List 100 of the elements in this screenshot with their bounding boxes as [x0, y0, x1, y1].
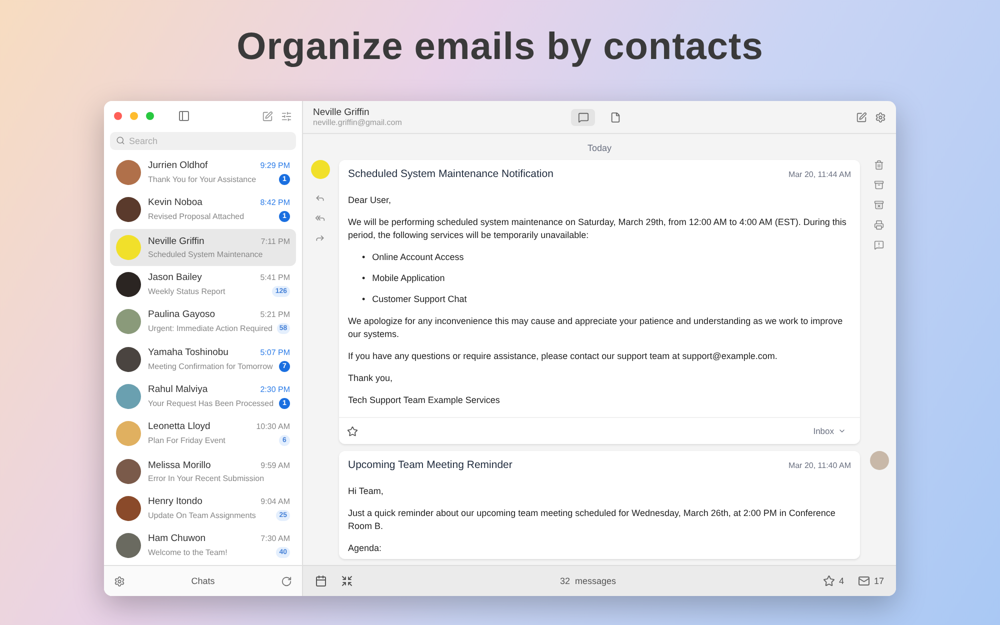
contact-name: Yamaha Toshinobu — [148, 346, 228, 358]
message-preview: Your Request Has Been Processed — [148, 398, 274, 408]
message-count-label: messages — [574, 576, 616, 586]
zoom-dot[interactable] — [146, 112, 154, 120]
avatar — [116, 384, 141, 409]
minimize-dot[interactable] — [130, 112, 138, 120]
avatar — [870, 451, 888, 470]
star-icon — [822, 575, 835, 587]
message-preview: Update On Team Assignments — [148, 510, 256, 520]
message-count: 32 — [560, 576, 570, 586]
contact-name: Kevin Noboa — [148, 197, 202, 208]
time: 5:07 PM — [260, 348, 290, 357]
avatar — [116, 197, 141, 222]
archive-icon[interactable] — [874, 180, 884, 190]
settings-icon[interactable] — [875, 112, 886, 122]
time: 7:30 AM — [260, 534, 290, 544]
avatar — [116, 533, 141, 558]
sidebar-toggle-icon[interactable] — [178, 110, 190, 122]
compose-icon[interactable] — [262, 110, 273, 122]
star-icon[interactable] — [347, 426, 358, 436]
avatar — [310, 160, 330, 179]
bullet: • — [362, 293, 366, 306]
bullet: • — [362, 272, 366, 285]
chevron-icon — [838, 427, 846, 435]
time: 8:42 PM — [260, 198, 290, 208]
chat-icon — [578, 112, 588, 122]
contact-name: Melissa Morillo — [148, 460, 211, 471]
message-paragraph: Tech Support Team Example Services — [348, 394, 501, 407]
contact-name: Rahul Malviya — [148, 384, 208, 395]
reply-icon[interactable] — [315, 193, 325, 203]
message-paragraph: Just a quick reminder about our upcoming team meeting scheduled for Wednesday, March 26th, at 2:00 PM in Conference Room B. — [348, 507, 836, 533]
message-paragraph: If you have any questions or require assistance, please contact our support team at support@example.com. — [348, 350, 778, 363]
avatar — [116, 496, 141, 521]
shrink-icon[interactable] — [341, 575, 353, 587]
calendar-icon[interactable] — [315, 575, 327, 587]
message-subject: Scheduled System Maintenance Notification — [348, 168, 554, 180]
avatar — [116, 421, 141, 446]
settings-icon[interactable] — [114, 576, 125, 586]
time: 2:30 PM — [260, 384, 290, 394]
print-icon[interactable] — [874, 220, 884, 230]
refresh-icon[interactable] — [280, 576, 292, 586]
contact-name: Neville Griffin — [313, 107, 370, 118]
message-paragraph: We apologize for any inconvenience this may cause and appreciate your patience and understanding as we work to improve our systems. — [348, 315, 844, 341]
avatar — [116, 309, 141, 334]
view-tab[interactable] — [571, 108, 595, 126]
contact-name: Neville Griffin — [148, 236, 204, 247]
list-item: Mobile Application — [372, 272, 445, 285]
close-dot[interactable] — [114, 112, 122, 120]
report-icon[interactable] — [874, 240, 884, 250]
starred-button[interactable]: 4 — [822, 575, 844, 587]
time: 9:04 AM — [260, 496, 290, 506]
folder-dropdown[interactable]: Inbox — [807, 426, 852, 436]
time: 9:59 AM — [260, 460, 290, 470]
message-paragraph: Dear User, — [348, 194, 392, 207]
bullet: • — [362, 251, 366, 264]
search-field[interactable]: Search — [110, 132, 296, 150]
avatar — [116, 160, 141, 186]
archive-x-icon[interactable] — [874, 200, 884, 210]
message-preview: Urgent: Immediate Action Required — [148, 324, 273, 334]
message-preview: Thank You for Your Assistance — [148, 175, 256, 184]
message-preview: Plan For Friday Event — [148, 436, 226, 446]
time: 5:21 PM — [260, 310, 290, 320]
message-subject: Upcoming Team Meeting Reminder — [348, 459, 512, 471]
message-date: Mar 20, 11:40 AM — [788, 460, 851, 470]
contact-item[interactable]: Melissa Morillo 9:59 AM Error In Your Recent Submission — [110, 452, 296, 490]
contact-name: Paulina Gayoso — [148, 309, 216, 320]
list-item: Customer Support Chat — [372, 293, 467, 306]
trash-icon[interactable] — [874, 160, 884, 170]
message-date: Mar 20, 11:44 AM — [788, 170, 851, 178]
message-paragraph: Thank you, — [348, 372, 394, 385]
contact-name: Henry Itondo — [148, 496, 202, 507]
mail-button[interactable]: 17 — [858, 575, 884, 587]
time: 9:29 PM — [260, 161, 290, 170]
document-icon — [610, 112, 620, 122]
message-paragraph: Agenda: — [348, 542, 383, 555]
footer-label: Chats — [191, 576, 215, 586]
contact-name: Leonetta Lloyd — [148, 421, 210, 432]
headline: Organize emails by contacts — [236, 26, 764, 70]
avatar — [116, 234, 141, 260]
filter-icon[interactable] — [281, 110, 292, 122]
message-preview: Weekly Status Report — [148, 287, 226, 296]
contact-item[interactable]: Neville Griffin 7:11 PM Scheduled System Maintenance — [110, 228, 296, 266]
day-label: Today — [587, 143, 612, 153]
contact-name: Jurrien Oldhof — [148, 160, 208, 172]
compose-icon[interactable] — [856, 112, 867, 122]
time: 7:11 PM — [260, 236, 290, 246]
avatar — [116, 346, 141, 372]
list-item: Online Account Access — [372, 251, 464, 264]
time: 10:30 AM — [256, 422, 290, 432]
contact-name: Jason Bailey — [148, 272, 202, 284]
message-preview: Scheduled System Maintenance — [148, 250, 263, 259]
message-preview: Error In Your Recent Submission — [148, 474, 264, 483]
avatar — [116, 458, 141, 484]
time: 5:41 PM — [260, 273, 290, 282]
mail-icon — [858, 575, 870, 587]
avatar — [116, 272, 141, 298]
reply-all-icon[interactable] — [315, 213, 325, 223]
contact-email: neville.griffin@gmail.com — [313, 118, 403, 127]
forward-icon[interactable] — [315, 233, 325, 243]
message-paragraph: Hi Team, — [348, 485, 384, 498]
